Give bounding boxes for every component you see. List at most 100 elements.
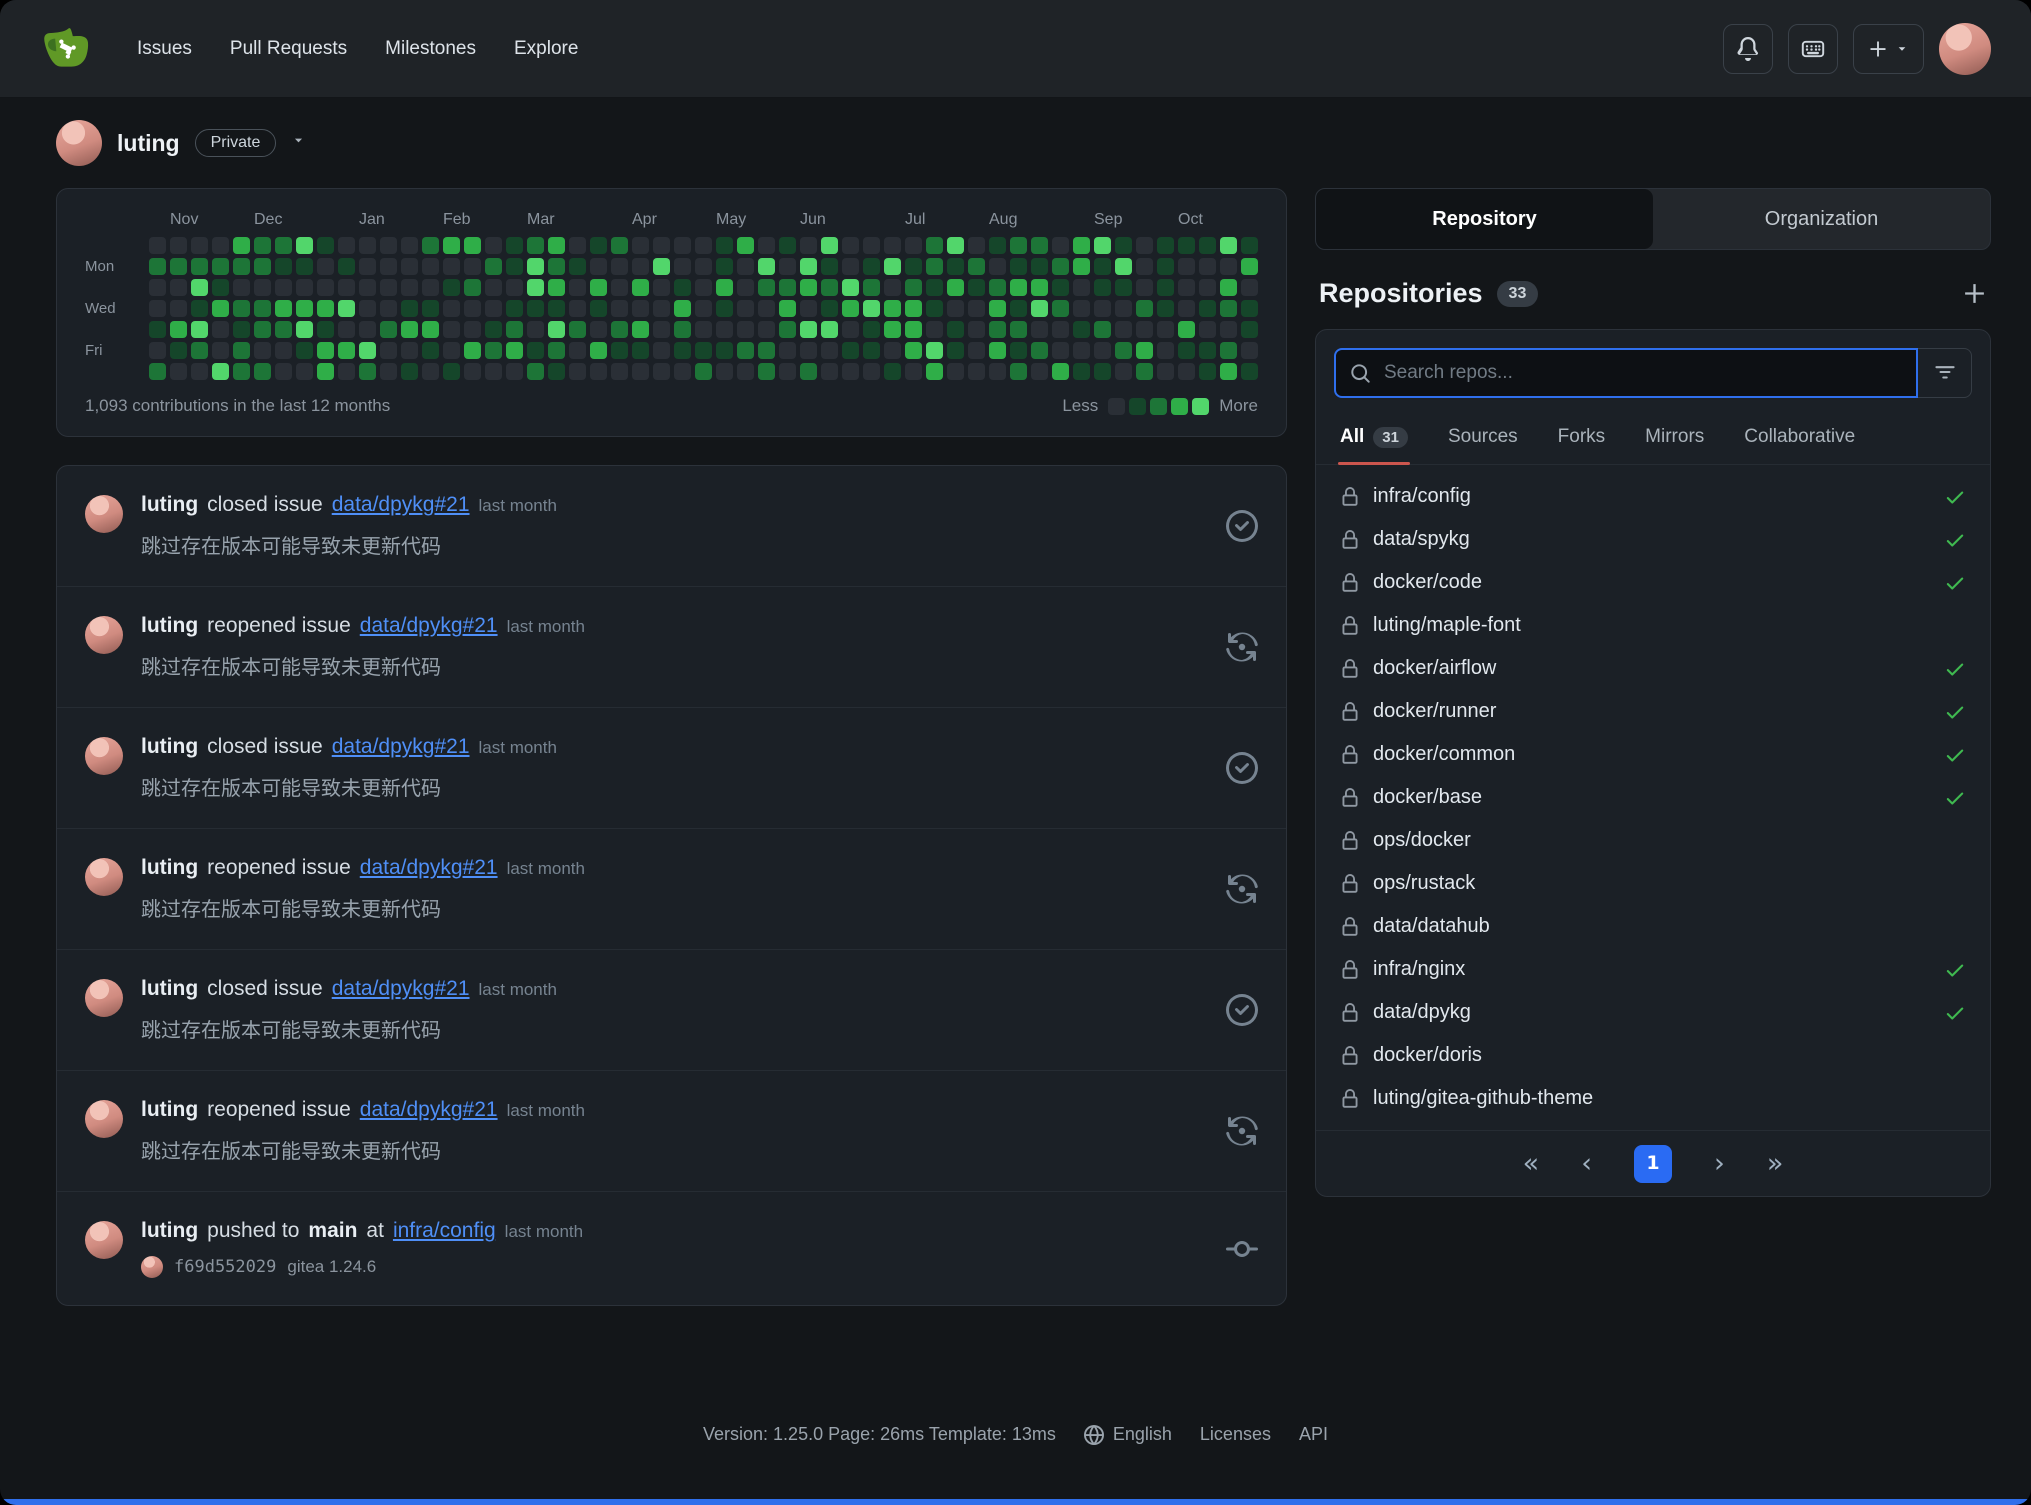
- repo-name[interactable]: docker/doris: [1373, 1044, 1482, 1067]
- heatmap-cell: [359, 237, 376, 254]
- repo-name[interactable]: infra/config: [1373, 485, 1471, 508]
- heatmap-cell: [716, 258, 733, 275]
- filter-tab-sources[interactable]: Sources: [1446, 412, 1520, 464]
- heatmap-cell: [863, 237, 880, 254]
- heatmap-day-label: [85, 279, 135, 296]
- repo-row[interactable]: luting/maple-font: [1324, 604, 1982, 647]
- panel-button[interactable]: [1788, 24, 1838, 74]
- navbar-links: IssuesPull RequestsMilestonesExplore: [122, 28, 593, 70]
- repo-name[interactable]: infra/nginx: [1373, 958, 1465, 981]
- repo-row[interactable]: docker/doris: [1324, 1034, 1982, 1077]
- heatmap-cell: [569, 321, 586, 338]
- target-link[interactable]: data/dpykg#21: [360, 1098, 498, 1122]
- check-icon: [1944, 1002, 1966, 1024]
- repo-row[interactable]: docker/base: [1324, 776, 1982, 819]
- target-link[interactable]: data/dpykg#21: [332, 977, 470, 1001]
- add-repository-button[interactable]: [1962, 281, 1987, 306]
- target-link[interactable]: data/dpykg#21: [360, 856, 498, 880]
- next-page-button[interactable]: ›: [1714, 1150, 1725, 1177]
- notifications-button[interactable]: [1723, 24, 1773, 74]
- nav-item-explore[interactable]: Explore: [499, 28, 593, 70]
- heatmap-day-label: Fri: [85, 342, 135, 359]
- heatmap-cell: [947, 321, 964, 338]
- profile-avatar[interactable]: [56, 120, 102, 166]
- avatar: [85, 495, 123, 533]
- heatmap-cell: [212, 363, 229, 380]
- nav-item-pull-requests[interactable]: Pull Requests: [215, 28, 362, 70]
- target-link[interactable]: data/dpykg#21: [332, 735, 470, 759]
- heatmap-cell: [317, 237, 334, 254]
- target-link[interactable]: data/dpykg#21: [332, 493, 470, 517]
- first-page-button[interactable]: «: [1523, 1150, 1540, 1177]
- heatmap-cell: [1157, 342, 1174, 359]
- activity-title: lutingreopened issuedata/dpykg#21last mo…: [141, 856, 585, 880]
- chevron-down-icon[interactable]: [291, 133, 306, 153]
- heatmap-cell: [422, 279, 439, 296]
- heatmap-cell: [1199, 321, 1216, 338]
- repo-name[interactable]: luting/maple-font: [1373, 614, 1521, 637]
- repo-filter-button[interactable]: [1918, 348, 1972, 398]
- heatmap-cell: [233, 258, 250, 275]
- repo-name[interactable]: data/dpykg: [1373, 1001, 1471, 1024]
- licenses-link[interactable]: Licenses: [1200, 1424, 1271, 1445]
- repo-row[interactable]: docker/common: [1324, 733, 1982, 776]
- heatmap-day-label: Wed: [85, 300, 135, 317]
- heatmap-cell: [653, 300, 670, 317]
- repo-row[interactable]: data/dpykg: [1324, 991, 1982, 1034]
- nav-item-issues[interactable]: Issues: [122, 28, 207, 70]
- prev-page-button[interactable]: ‹: [1581, 1150, 1592, 1177]
- repo-name[interactable]: docker/runner: [1373, 700, 1496, 723]
- repo-name[interactable]: docker/code: [1373, 571, 1482, 594]
- gitea-logo[interactable]: [40, 23, 92, 75]
- commit-sha[interactable]: f69d552029: [174, 1257, 276, 1277]
- repo-row[interactable]: docker/runner: [1324, 690, 1982, 733]
- repo-row[interactable]: data/datahub: [1324, 905, 1982, 948]
- repo-name[interactable]: docker/base: [1373, 786, 1482, 809]
- nav-item-milestones[interactable]: Milestones: [370, 28, 491, 70]
- repo-row[interactable]: luting/gitea-github-theme: [1324, 1077, 1982, 1120]
- repo-name[interactable]: luting/gitea-github-theme: [1373, 1087, 1593, 1110]
- heatmap-cell: [1073, 363, 1090, 380]
- tab-organization[interactable]: Organization: [1653, 189, 1990, 249]
- repo-row[interactable]: infra/config: [1324, 475, 1982, 518]
- heatmap-cell: [590, 279, 607, 296]
- timestamp: last month: [479, 980, 557, 1000]
- current-page[interactable]: 1: [1634, 1145, 1672, 1183]
- repo-name[interactable]: data/datahub: [1373, 915, 1490, 938]
- repo-row[interactable]: ops/rustack: [1324, 862, 1982, 905]
- repo-name[interactable]: ops/docker: [1373, 829, 1471, 852]
- filter-tab-collaborative[interactable]: Collaborative: [1742, 412, 1857, 464]
- repo-row[interactable]: infra/nginx: [1324, 948, 1982, 991]
- repo-name[interactable]: docker/airflow: [1373, 657, 1496, 680]
- user-avatar[interactable]: [1939, 23, 1991, 75]
- filter-tab-forks[interactable]: Forks: [1556, 412, 1608, 464]
- repo-search-input[interactable]: [1382, 361, 1902, 385]
- heatmap-cell: [1136, 363, 1153, 380]
- repo-row[interactable]: docker/airflow: [1324, 647, 1982, 690]
- heatmap-cell: [359, 321, 376, 338]
- heatmap-cell: [1073, 237, 1090, 254]
- heatmap-cell: [191, 342, 208, 359]
- heatmap-cell: [737, 363, 754, 380]
- tab-repository[interactable]: Repository: [1316, 189, 1653, 249]
- create-new-button[interactable]: [1853, 24, 1924, 74]
- repo-row[interactable]: data/spykg: [1324, 518, 1982, 561]
- filter-tab-mirrors[interactable]: Mirrors: [1643, 412, 1706, 464]
- repo-row[interactable]: ops/docker: [1324, 819, 1982, 862]
- heatmap-cell: [590, 363, 607, 380]
- lock-icon: [1340, 487, 1360, 507]
- language-selector[interactable]: English: [1084, 1424, 1172, 1445]
- target-link[interactable]: infra/config: [393, 1219, 496, 1243]
- repo-name[interactable]: docker/common: [1373, 743, 1515, 766]
- repo-row[interactable]: docker/code: [1324, 561, 1982, 604]
- api-link[interactable]: API: [1299, 1424, 1328, 1445]
- target-link[interactable]: data/dpykg#21: [360, 614, 498, 638]
- heatmap-cell: [170, 279, 187, 296]
- commit-row: f69d552029gitea 1.24.6: [141, 1256, 583, 1278]
- heatmap-cell: [338, 321, 355, 338]
- repo-name[interactable]: ops/rustack: [1373, 872, 1475, 895]
- last-page-button[interactable]: »: [1767, 1150, 1784, 1177]
- filter-tab-all[interactable]: All31: [1338, 412, 1410, 464]
- repo-name[interactable]: data/spykg: [1373, 528, 1470, 551]
- heatmap-cell: [1157, 321, 1174, 338]
